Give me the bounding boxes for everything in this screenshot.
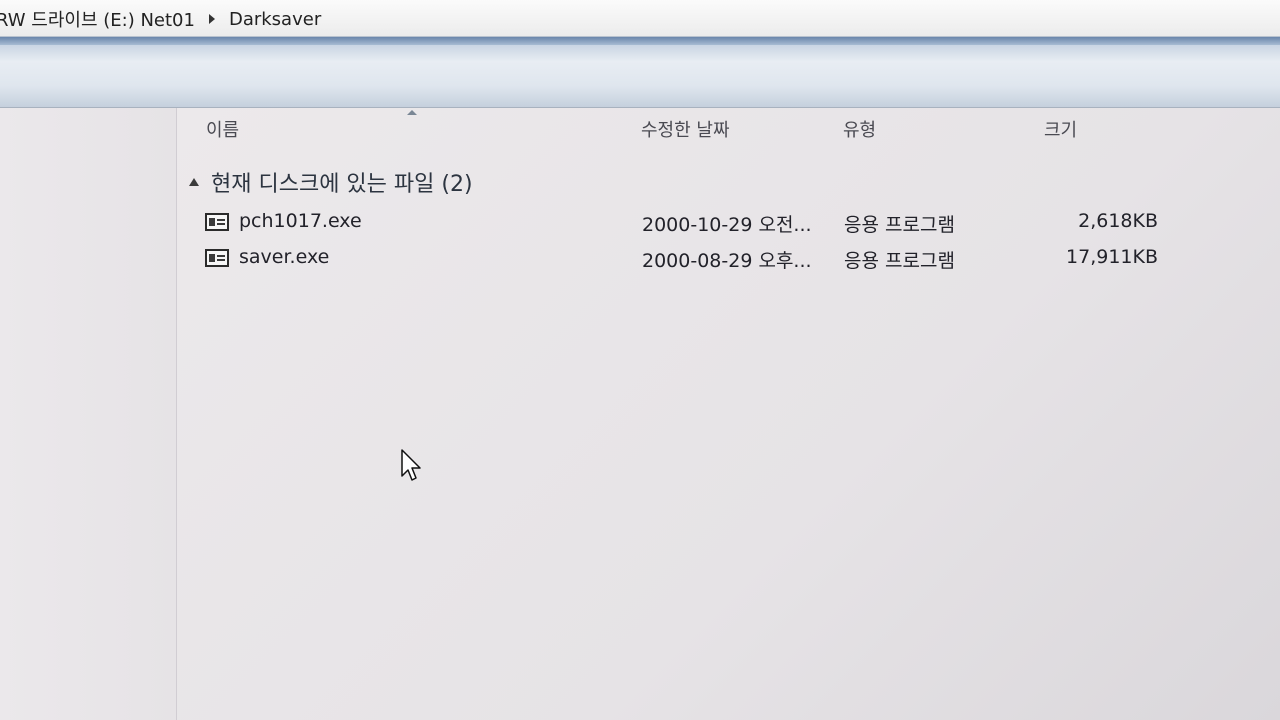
file-name: pch1017.exe bbox=[239, 210, 362, 232]
sort-ascending-icon bbox=[407, 110, 417, 115]
column-header-date-modified[interactable]: 수정한 날짜 bbox=[641, 116, 730, 142]
toolbar-divider bbox=[0, 37, 1280, 45]
breadcrumb-drive[interactable]: RW 드라이브 (E:) Net01 bbox=[0, 6, 199, 32]
chevron-right-icon[interactable] bbox=[208, 14, 215, 24]
file-date: 2000-10-29 오전... bbox=[642, 214, 812, 236]
breadcrumb: RW 드라이브 (E:) Net01 Darksaver bbox=[0, 6, 325, 32]
mouse-cursor-icon bbox=[401, 449, 421, 481]
breadcrumb-folder[interactable]: Darksaver bbox=[225, 9, 325, 30]
group-header[interactable]: 현재 디스크에 있는 파일 (2) bbox=[189, 166, 473, 198]
file-type: 응용 프로그램 bbox=[844, 214, 955, 236]
column-header-size[interactable]: 크기 bbox=[1044, 116, 1077, 142]
file-size: 17,911KB bbox=[1066, 246, 1158, 268]
column-header-type[interactable]: 유형 bbox=[843, 116, 876, 142]
collapse-triangle-icon[interactable] bbox=[189, 178, 199, 186]
group-label: 현재 디스크에 있는 파일 (2) bbox=[211, 172, 473, 197]
file-name: saver.exe bbox=[239, 246, 330, 268]
file-list-view[interactable]: 이름 수정한 날짜 유형 크기 현재 디스크에 있는 파일 (2) pch101… bbox=[177, 108, 1280, 720]
application-icon bbox=[205, 213, 229, 231]
column-header-name[interactable]: 이름 bbox=[206, 116, 239, 142]
command-bar bbox=[0, 37, 1280, 108]
file-row[interactable]: pch1017.exe 2000-10-29 오전... 응용 프로그램 2,6… bbox=[205, 210, 1165, 238]
file-row[interactable]: saver.exe 2000-08-29 오후... 응용 프로그램 17,91… bbox=[205, 246, 1165, 274]
file-date: 2000-08-29 오후... bbox=[642, 250, 812, 272]
file-size: 2,618KB bbox=[1078, 210, 1158, 232]
address-bar[interactable]: RW 드라이브 (E:) Net01 Darksaver bbox=[0, 0, 1280, 37]
navigation-pane[interactable] bbox=[0, 108, 177, 720]
application-icon bbox=[205, 249, 229, 267]
file-type: 응용 프로그램 bbox=[844, 250, 955, 272]
explorer-window: RW 드라이브 (E:) Net01 Darksaver 이름 수정한 날짜 유… bbox=[0, 0, 1280, 720]
